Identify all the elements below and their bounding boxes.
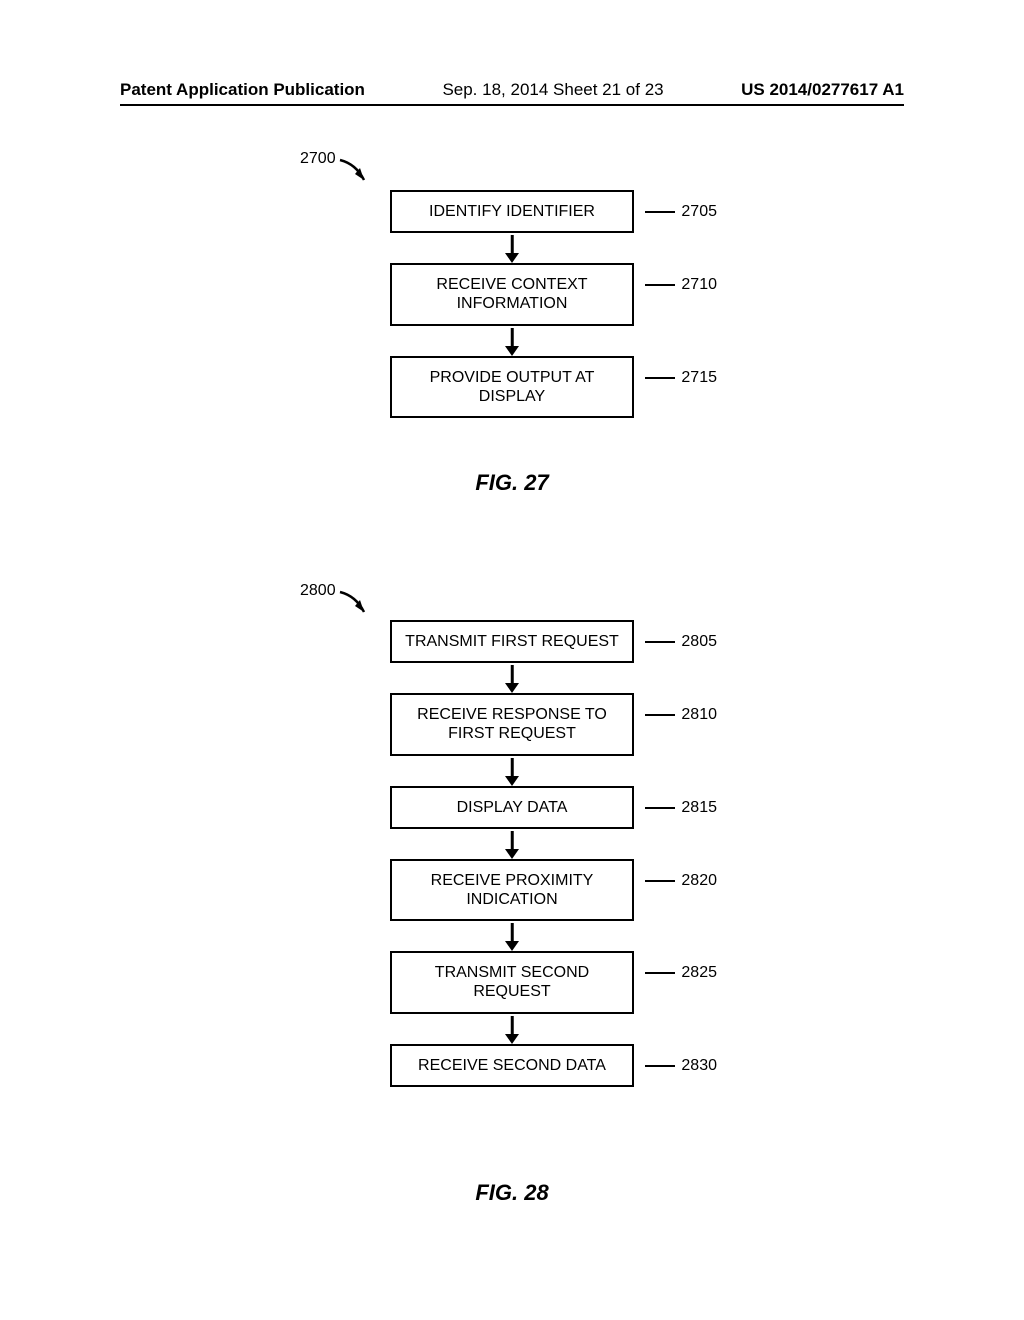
header-sheet: Sep. 18, 2014 Sheet 21 of 23 xyxy=(442,80,663,100)
fig28-step-1: TRANSMIT FIRST REQUEST 2805 xyxy=(390,620,634,663)
fig28-step-3-ref: 2815 xyxy=(681,799,717,816)
header-publication: Patent Application Publication xyxy=(120,80,365,100)
fig27-step-3-text: PROVIDE OUTPUT AT DISPLAY xyxy=(430,369,595,405)
fig28-step-6: RECEIVE SECOND DATA 2830 xyxy=(390,1044,634,1087)
fig27-step-1-text: IDENTIFY IDENTIFIER xyxy=(429,203,595,220)
fig27-step-2-text: RECEIVE CONTEXT INFORMATION xyxy=(436,276,587,312)
fig28-start-ref-text: 2800 xyxy=(300,582,336,599)
fig28-step-6-text: RECEIVE SECOND DATA xyxy=(418,1057,606,1074)
fig27-step-3: PROVIDE OUTPUT AT DISPLAY 2715 xyxy=(390,356,634,418)
fig27-step-3-ref: 2715 xyxy=(681,369,717,386)
page: Patent Application Publication Sep. 18, … xyxy=(0,0,1024,1320)
fig28-step-2-text: RECEIVE RESPONSE TO FIRST REQUEST xyxy=(417,706,607,742)
fig28-step-2: RECEIVE RESPONSE TO FIRST REQUEST 2810 xyxy=(390,693,634,755)
fig27-start-ref: 2700 xyxy=(300,150,336,168)
fig27-step-1-ref: 2705 xyxy=(681,203,717,220)
page-header: Patent Application Publication Sep. 18, … xyxy=(120,80,904,100)
fig28-step-4-text: RECEIVE PROXIMITY INDICATION xyxy=(431,872,594,908)
fig27-start-ref-text: 2700 xyxy=(300,150,336,167)
fig28-caption: FIG. 28 xyxy=(475,1180,548,1206)
fig28-step-5-ref: 2825 xyxy=(681,964,717,981)
fig28-flowchart: TRANSMIT FIRST REQUEST 2805 RECEIVE RESP… xyxy=(302,620,722,1087)
fig27-flowchart: IDENTIFY IDENTIFIER 2705 RECEIVE CONTEXT… xyxy=(302,190,722,418)
fig28-step-1-ref: 2805 xyxy=(681,633,717,650)
fig28-step-5-text: TRANSMIT SECOND REQUEST xyxy=(435,964,589,1000)
fig28-step-6-ref: 2830 xyxy=(681,1057,717,1074)
header-docnumber: US 2014/0277617 A1 xyxy=(741,80,904,100)
fig28-step-2-ref: 2810 xyxy=(681,706,717,723)
fig28-step-3-text: DISPLAY DATA xyxy=(457,799,568,816)
fig28-step-4: RECEIVE PROXIMITY INDICATION 2820 xyxy=(390,859,634,921)
fig28-start-ref: 2800 xyxy=(300,582,336,600)
fig28-step-3: DISPLAY DATA 2815 xyxy=(390,786,634,829)
header-rule xyxy=(120,104,904,106)
fig27-step-2: RECEIVE CONTEXT INFORMATION 2710 xyxy=(390,263,634,325)
fig27-caption: FIG. 27 xyxy=(475,470,548,496)
fig28-step-4-ref: 2820 xyxy=(681,872,717,889)
fig27-step-1: IDENTIFY IDENTIFIER 2705 xyxy=(390,190,634,233)
fig27-step-2-ref: 2710 xyxy=(681,276,717,293)
fig28-step-1-text: TRANSMIT FIRST REQUEST xyxy=(405,633,619,650)
fig28-step-5: TRANSMIT SECOND REQUEST 2825 xyxy=(390,951,634,1013)
